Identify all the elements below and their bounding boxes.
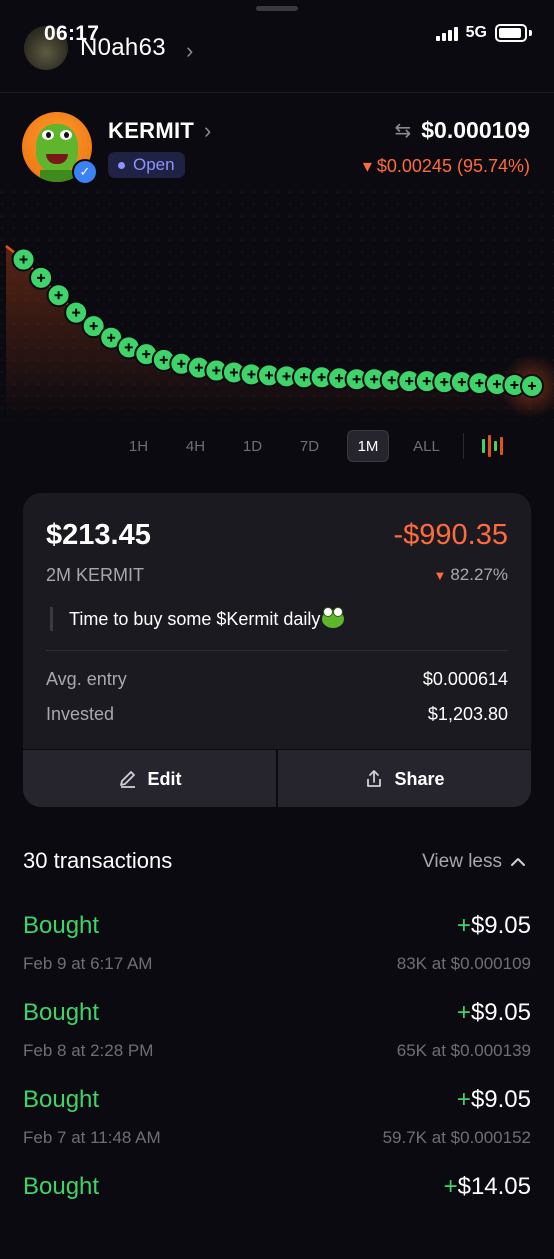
battery-icon <box>495 24 527 42</box>
card-divider <box>46 650 508 651</box>
transaction-amount: +$9.05 <box>457 912 531 940</box>
down-triangle-icon: ▼ <box>433 568 447 583</box>
tab-1h[interactable]: 1H <box>110 431 167 461</box>
transaction-amount: +$14.05 <box>444 1173 531 1201</box>
view-less-label: View less <box>422 851 502 872</box>
transaction-detail: 83K at $0.000109 <box>396 954 531 973</box>
tab-1m[interactable]: 1M <box>347 430 389 462</box>
transaction-amount-value: $9.05 <box>470 999 531 1026</box>
card-actions: Edit Share <box>23 749 531 807</box>
pnl-percent-value: 82.27% <box>450 565 508 584</box>
token-chevron-icon[interactable]: › <box>204 118 211 144</box>
transaction-amount-value: $9.05 <box>470 1086 531 1113</box>
edit-button-label: Edit <box>147 768 182 789</box>
transaction-date: Feb 9 at 6:17 AM <box>23 954 153 973</box>
plus-sign: + <box>456 912 471 939</box>
chevron-up-icon <box>511 858 525 866</box>
transaction-detail: 59.7K at $0.000152 <box>382 1128 531 1147</box>
position-pnl-percent: ▼ 82.27% <box>433 565 508 585</box>
status-badge: Open <box>108 152 185 178</box>
status-badge-label: Open <box>133 155 175 174</box>
token-name[interactable]: KERMIT <box>108 118 194 144</box>
position-holding: 2M KERMIT <box>46 565 145 585</box>
pencil-icon <box>119 771 135 788</box>
sheet-grabber[interactable] <box>256 6 298 11</box>
chevron-right-icon[interactable]: › <box>186 38 193 64</box>
invested-label: Invested <box>46 704 115 724</box>
transaction-type: Bought <box>23 912 100 939</box>
transaction-row[interactable]: Bought +$9.05 Feb 9 at 6:17 AM 83K at $0… <box>23 912 531 998</box>
buy-marker[interactable] <box>46 283 71 308</box>
position-value: $213.45 <box>46 519 151 551</box>
transaction-type: Bought <box>23 1086 100 1113</box>
tab-7d[interactable]: 7D <box>281 431 338 461</box>
frog-emoji-icon <box>322 607 345 628</box>
verified-check-icon: ✓ <box>72 159 98 185</box>
position-note: Time to buy some $Kermit daily <box>50 607 345 631</box>
status-indicators: 5G <box>435 24 532 42</box>
plus-sign: + <box>456 1086 471 1113</box>
kermit-collar <box>40 170 74 182</box>
network-type: 5G <box>465 24 487 41</box>
transaction-date: Feb 7 at 11:48 AM <box>23 1128 161 1147</box>
share-button[interactable]: Share <box>276 750 531 807</box>
avg-entry-value: $0.000614 <box>422 669 508 689</box>
buy-marker[interactable] <box>29 265 54 290</box>
timeframe-separator <box>463 433 464 459</box>
signal-icon <box>435 26 458 41</box>
edit-button[interactable]: Edit <box>23 750 276 807</box>
view-less-button[interactable]: View less <box>422 851 526 873</box>
share-icon <box>367 770 382 787</box>
header-divider <box>0 92 554 93</box>
tab-1d[interactable]: 1D <box>224 431 281 461</box>
kermit-eye <box>42 130 54 140</box>
transaction-row[interactable]: Bought +$14.05 <box>23 1173 531 1259</box>
transaction-amount: +$9.05 <box>457 999 531 1027</box>
transaction-type: Bought <box>23 999 100 1026</box>
price-chart[interactable] <box>0 190 554 420</box>
account-username[interactable]: N0ah63 <box>80 34 166 62</box>
buy-marker[interactable] <box>520 374 544 398</box>
price-change: ▾ $0.00245 (95.74%) <box>362 156 530 176</box>
plus-sign: + <box>443 1173 458 1200</box>
transaction-detail: 65K at $0.000139 <box>396 1041 531 1060</box>
share-button-label: Share <box>394 768 445 789</box>
price-row: ⇆ $0.000109 <box>395 117 531 144</box>
plus-sign: + <box>456 999 471 1026</box>
swap-arrows-icon[interactable]: ⇆ <box>395 118 412 143</box>
transaction-amount: +$9.05 <box>457 1086 531 1114</box>
timeframe-selector: 1H 4H 1D 7D 1M ALL <box>110 430 503 462</box>
tab-4h[interactable]: 4H <box>167 431 224 461</box>
status-dot <box>118 161 125 169</box>
avg-entry-label: Avg. entry <box>46 669 127 689</box>
transaction-row[interactable]: Bought +$9.05 Feb 7 at 11:48 AM 59.7K at… <box>23 1086 531 1172</box>
transaction-row[interactable]: Bought +$9.05 Feb 8 at 2:28 PM 65K at $0… <box>23 999 531 1085</box>
transaction-date: Feb 8 at 2:28 PM <box>23 1041 154 1060</box>
transaction-amount-value: $14.05 <box>457 1173 531 1200</box>
position-card: $213.45 -$990.35 2M KERMIT ▼ 82.27% Time … <box>23 493 531 807</box>
position-pnl: -$990.35 <box>393 519 509 551</box>
kermit-eye <box>60 130 72 140</box>
transaction-amount-value: $9.05 <box>470 912 531 939</box>
battery-tip <box>529 30 532 36</box>
invested-value: $1,203.80 <box>427 704 508 724</box>
tab-all[interactable]: ALL <box>398 431 455 461</box>
candlestick-toggle-icon[interactable] <box>482 435 503 457</box>
transaction-type: Bought <box>23 1173 100 1200</box>
buy-marker[interactable] <box>11 247 36 272</box>
transactions-title: 30 transactions <box>23 848 173 873</box>
note-text: Time to buy some $Kermit daily <box>69 609 321 629</box>
token-price: $0.000109 <box>421 117 530 143</box>
